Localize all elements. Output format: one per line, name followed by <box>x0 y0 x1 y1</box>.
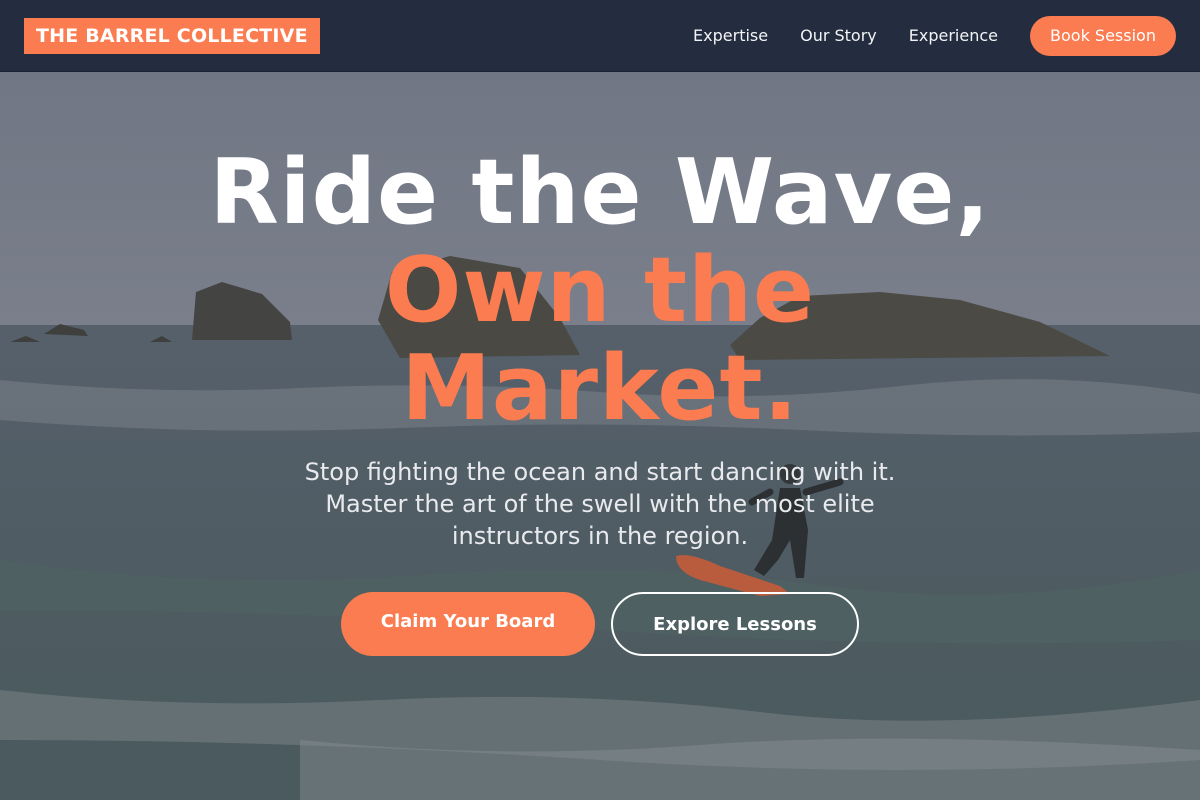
hero-section: Ride the Wave, Own the Market. Stop figh… <box>0 72 1200 800</box>
site-header: THE BARREL COLLECTIVE Expertise Our Stor… <box>0 0 1200 72</box>
hero-subtitle-line: instructors in the region. <box>451 522 749 550</box>
brand-logo[interactable]: THE BARREL COLLECTIVE <box>24 17 320 54</box>
claim-your-board-button[interactable]: Claim Your Board <box>341 592 595 656</box>
nav-link-our-story[interactable]: Our Story <box>800 26 877 45</box>
hero-headline-line-1: Ride the Wave, <box>209 140 991 245</box>
hero-headline-line-2: Own the <box>384 238 816 343</box>
hero-subtitle-line: Stop fighting the ocean and start dancin… <box>304 458 896 486</box>
main-nav: Expertise Our Story Experience Book Sess… <box>693 15 1176 56</box>
hero-subtitle: Stop fighting the ocean and start dancin… <box>0 456 1200 552</box>
nav-link-expertise[interactable]: Expertise <box>693 26 768 45</box>
explore-lessons-button[interactable]: Explore Lessons <box>611 592 859 656</box>
nav-link-experience[interactable]: Experience <box>909 26 998 45</box>
book-session-button[interactable]: Book Session <box>1030 15 1176 56</box>
hero-subtitle-line: Master the art of the swell with the mos… <box>325 490 875 518</box>
hero-headline-line-3: Market. <box>401 336 799 441</box>
